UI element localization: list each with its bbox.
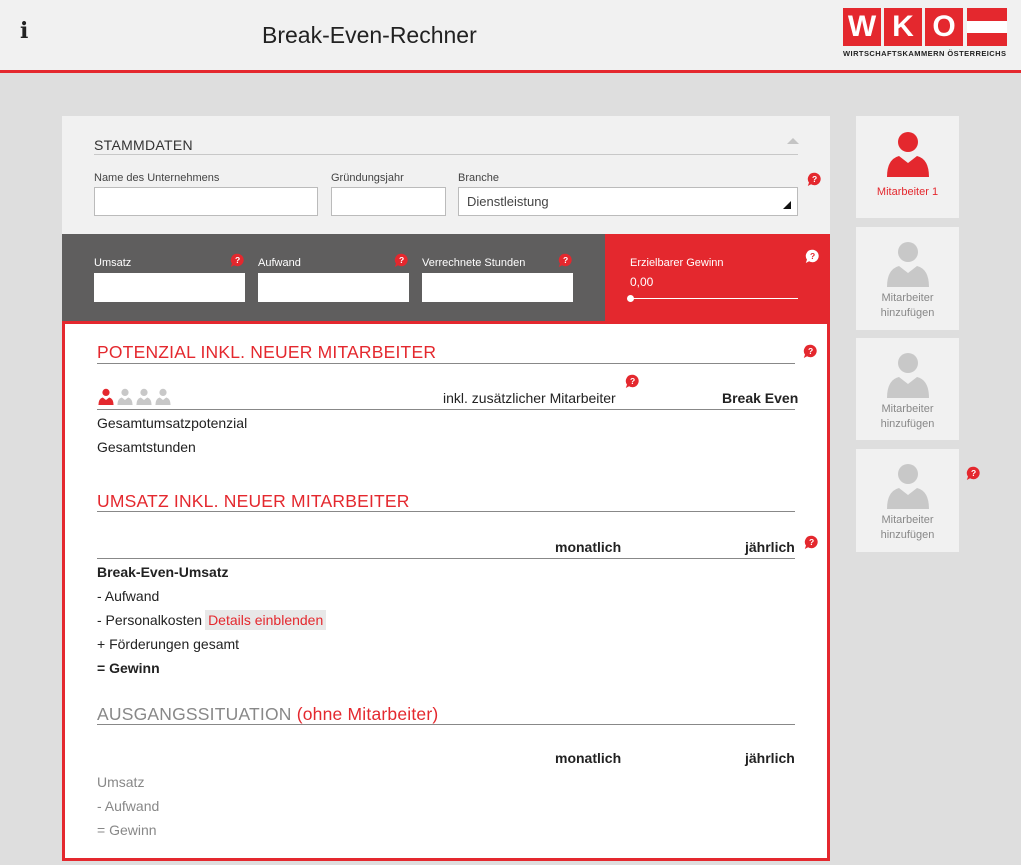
revenue-label: Umsatz (94, 257, 132, 269)
column-header-additional-employee: inkl. zusätzlicher Mitarbeiter (443, 390, 616, 406)
austria-flag-icon (967, 8, 1007, 47)
employee-tile-label: Mitarbeiter 1 (876, 186, 939, 198)
add-employee-label: Mitarbeiter hinzufügen (880, 292, 935, 319)
profit-slider[interactable] (630, 298, 798, 299)
employee-avatars (97, 387, 173, 405)
add-employee-tile[interactable]: Mitarbeiter hinzufügen (856, 227, 959, 330)
company-name-input[interactable] (94, 187, 318, 216)
baseline-expense-row: - Aufwand (97, 798, 160, 814)
help-icon[interactable] (805, 249, 820, 264)
person-icon (135, 387, 153, 405)
stammdaten-section: STAMMDATEN Name des Unternehmens Gründun… (62, 116, 830, 234)
total-hours-row: Gesamtstunden (97, 439, 196, 455)
person-icon (883, 459, 933, 509)
achievable-profit-label: Erzielbarer Gewinn (630, 257, 724, 269)
wko-logo: W K O WIRTSCHAFTSKAMMERN ÖSTERREICHS (843, 8, 1008, 60)
expense-label: Aufwand (258, 257, 301, 269)
branch-select-value: Dienstleistung (467, 194, 549, 209)
help-icon[interactable] (230, 253, 245, 268)
revenue-input[interactable] (94, 273, 245, 302)
help-icon[interactable] (394, 253, 409, 268)
break-even-revenue-row: Break-Even-Umsatz (97, 564, 229, 580)
column-header-monthly: monatlich (555, 539, 622, 555)
show-details-link[interactable]: Details einblenden (205, 610, 327, 630)
baseline-profit-row: = Gewinn (97, 822, 157, 838)
help-icon[interactable] (966, 466, 981, 481)
personnel-costs-label: - Personalkosten (97, 612, 203, 628)
person-icon (883, 127, 933, 177)
profit-row: = Gewinn (97, 660, 160, 676)
collapse-arrow-icon[interactable] (787, 138, 799, 144)
employee-tile-1[interactable]: Mitarbeiter 1 (856, 116, 959, 218)
total-revenue-potential-row: Gesamtumsatzpotenzial (97, 415, 248, 431)
logo-subtitle: WIRTSCHAFTSKAMMERN ÖSTERREICHS (843, 49, 1007, 58)
help-icon[interactable] (803, 344, 818, 359)
column-header-break-even: Break Even (722, 390, 799, 406)
billed-hours-input[interactable] (422, 273, 573, 302)
person-icon (154, 387, 172, 405)
baseline-revenue-row: Umsatz (97, 774, 145, 790)
add-employee-label: Mitarbeiter hinzufügen (880, 514, 935, 541)
potential-title: POTENZIAL INKL. NEUER MITARBEITER (97, 342, 437, 362)
company-name-label: Name des Unternehmens (94, 172, 220, 184)
person-icon (883, 348, 933, 398)
help-icon[interactable] (625, 374, 640, 389)
add-employee-label: Mitarbeiter hinzufügen (880, 403, 935, 430)
financial-inputs: Umsatz Aufwand Verrechnete Stunden Erzie… (62, 234, 830, 321)
founding-year-input[interactable] (331, 187, 446, 216)
divider (97, 409, 795, 410)
expense-input[interactable] (258, 273, 409, 302)
add-employee-tile[interactable]: Mitarbeiter hinzufügen (856, 449, 959, 552)
achievable-profit-box: Erzielbarer Gewinn 0,00 (605, 234, 830, 321)
logo-letter-k: K (884, 8, 922, 46)
select-arrow-icon (783, 201, 791, 209)
expense-row: - Aufwand (97, 588, 160, 604)
column-header-monthly: monatlich (555, 750, 622, 766)
divider (97, 363, 795, 364)
revenue-title: UMSATZ INKL. NEUER MITARBEITER (97, 491, 410, 511)
baseline-title-main: AUSGANGSSITUATION (97, 704, 292, 724)
baseline-title-sub: (ohne Mitarbeiter) (296, 704, 439, 724)
calculator-panel: STAMMDATEN Name des Unternehmens Gründun… (62, 116, 830, 861)
divider (97, 511, 795, 512)
profit-slider-handle[interactable] (627, 295, 634, 302)
subsidies-row: + Förderungen gesamt (97, 636, 240, 652)
column-header-yearly: jährlich (745, 539, 795, 555)
info-icon[interactable]: i (20, 18, 36, 48)
logo-letter-w: W (843, 8, 881, 46)
help-icon[interactable] (807, 172, 822, 187)
add-employee-tile[interactable]: Mitarbeiter hinzufügen (856, 338, 959, 440)
financial-inputs-grey: Umsatz Aufwand Verrechnete Stunden (62, 234, 605, 321)
divider (97, 724, 795, 725)
stammdaten-title: STAMMDATEN (94, 137, 193, 153)
divider (97, 558, 795, 559)
divider (94, 154, 798, 155)
billed-hours-label: Verrechnete Stunden (422, 257, 526, 269)
person-icon (116, 387, 134, 405)
logo-letter-o: O (925, 8, 963, 46)
achievable-profit-value: 0,00 (630, 275, 654, 289)
personnel-costs-row: - Personalkosten Details einblenden (97, 610, 327, 630)
help-icon[interactable] (558, 253, 573, 268)
column-header-yearly: jährlich (745, 750, 795, 766)
branch-label: Branche (458, 172, 499, 184)
branch-select[interactable]: Dienstleistung (458, 187, 798, 216)
results-section: POTENZIAL INKL. NEUER MITARBEITER inkl. … (62, 321, 830, 861)
page-title: Break-Even-Rechner (262, 22, 477, 48)
person-icon (883, 237, 933, 287)
baseline-title: AUSGANGSSITUATION (ohne Mitarbeiter) (97, 704, 438, 725)
help-icon[interactable] (804, 535, 819, 550)
person-icon (97, 387, 115, 405)
founding-year-label: Gründungsjahr (331, 172, 404, 184)
top-bar: i Break-Even-Rechner W K O WIRTSCHAFTSKA… (0, 0, 1021, 73)
